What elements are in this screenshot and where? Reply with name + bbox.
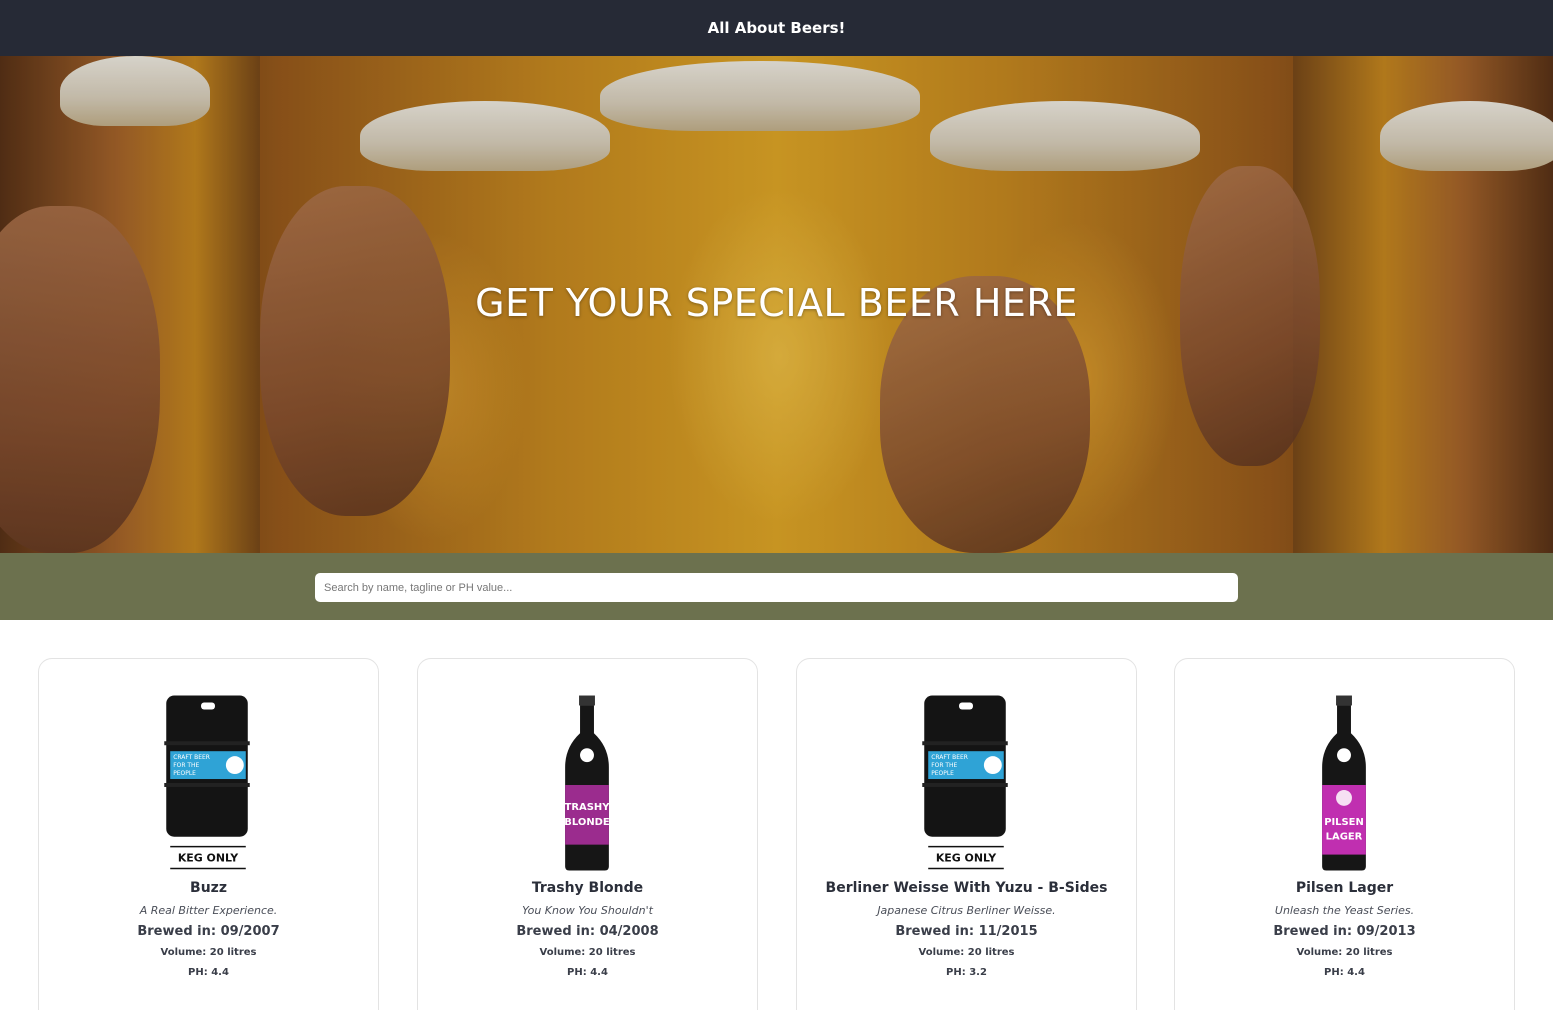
svg-text:LAGER: LAGER [1326, 832, 1363, 843]
search-input[interactable] [315, 573, 1238, 602]
beer-volume: Volume: 20 litres [160, 947, 257, 958]
beer-brewed-date: Brewed in: 11/2015 [895, 924, 1038, 939]
bottle-icon: TRASHY BLONDE [564, 695, 611, 871]
beer-ph: PH: 4.4 [567, 967, 608, 978]
beer-ph: PH: 4.4 [188, 967, 229, 978]
beer-tagline: A Real Bitter Experience. [139, 904, 278, 917]
svg-text:TRASHY: TRASHY [565, 802, 611, 813]
beer-card[interactable]: CRAFT BEER FOR THE PEOPLE KEG ONLY Buzz … [38, 658, 379, 1010]
beer-name: Berliner Weisse With Yuzu - B-Sides [825, 880, 1108, 896]
site-title[interactable]: All About Beers! [708, 19, 846, 37]
beer-name: Buzz [190, 880, 227, 896]
svg-text:CRAFT BEER: CRAFT BEER [931, 754, 968, 761]
beer-card[interactable]: PILSEN LAGER Pilsen Lager Unleash the Ye… [1174, 658, 1515, 1010]
svg-text:PEOPLE: PEOPLE [173, 770, 196, 777]
svg-text:PILSEN: PILSEN [1324, 817, 1364, 828]
top-navbar: All About Beers! [0, 0, 1553, 56]
svg-text:KEG ONLY: KEG ONLY [178, 852, 239, 865]
beer-tagline: Unleash the Yeast Series. [1274, 904, 1415, 917]
svg-text:PEOPLE: PEOPLE [931, 770, 954, 777]
beer-volume: Volume: 20 litres [918, 947, 1015, 958]
hero-title: GET YOUR SPECIAL BEER HERE [475, 281, 1078, 325]
beer-tagline: Japanese Citrus Berliner Weisse. [877, 904, 1056, 917]
beer-ph: PH: 4.4 [1324, 967, 1365, 978]
hero-banner: GET YOUR SPECIAL BEER HERE [0, 56, 1553, 553]
beer-brewed-date: Brewed in: 09/2007 [137, 924, 280, 939]
beer-volume: Volume: 20 litres [539, 947, 636, 958]
search-section [0, 553, 1553, 620]
svg-text:CRAFT BEER: CRAFT BEER [173, 754, 210, 761]
svg-text:BLONDE: BLONDE [564, 817, 610, 828]
beer-volume: Volume: 20 litres [1296, 947, 1393, 958]
beer-ph: PH: 3.2 [946, 967, 987, 978]
svg-text:KEG ONLY: KEG ONLY [936, 852, 997, 865]
svg-text:FOR THE: FOR THE [931, 762, 957, 769]
keg-icon: CRAFT BEER FOR THE PEOPLE KEG ONLY [164, 695, 250, 870]
beer-tagline: You Know You Shouldn't [522, 904, 653, 917]
beer-card[interactable]: CRAFT BEER FOR THE PEOPLE KEG ONLY Berli… [796, 658, 1137, 1010]
beer-name: Pilsen Lager [1295, 880, 1394, 896]
beer-brewed-date: Brewed in: 09/2013 [1273, 924, 1416, 939]
beer-card[interactable]: TRASHY BLONDE Trashy Blonde You Know You… [417, 658, 758, 1010]
svg-text:FOR THE: FOR THE [173, 762, 199, 769]
beer-name: Trashy Blonde [531, 880, 644, 896]
bottle-icon: PILSEN LAGER [1322, 695, 1366, 871]
keg-icon: CRAFT BEER FOR THE PEOPLE KEG ONLY [922, 695, 1008, 870]
beer-brewed-date: Brewed in: 04/2008 [516, 924, 659, 939]
